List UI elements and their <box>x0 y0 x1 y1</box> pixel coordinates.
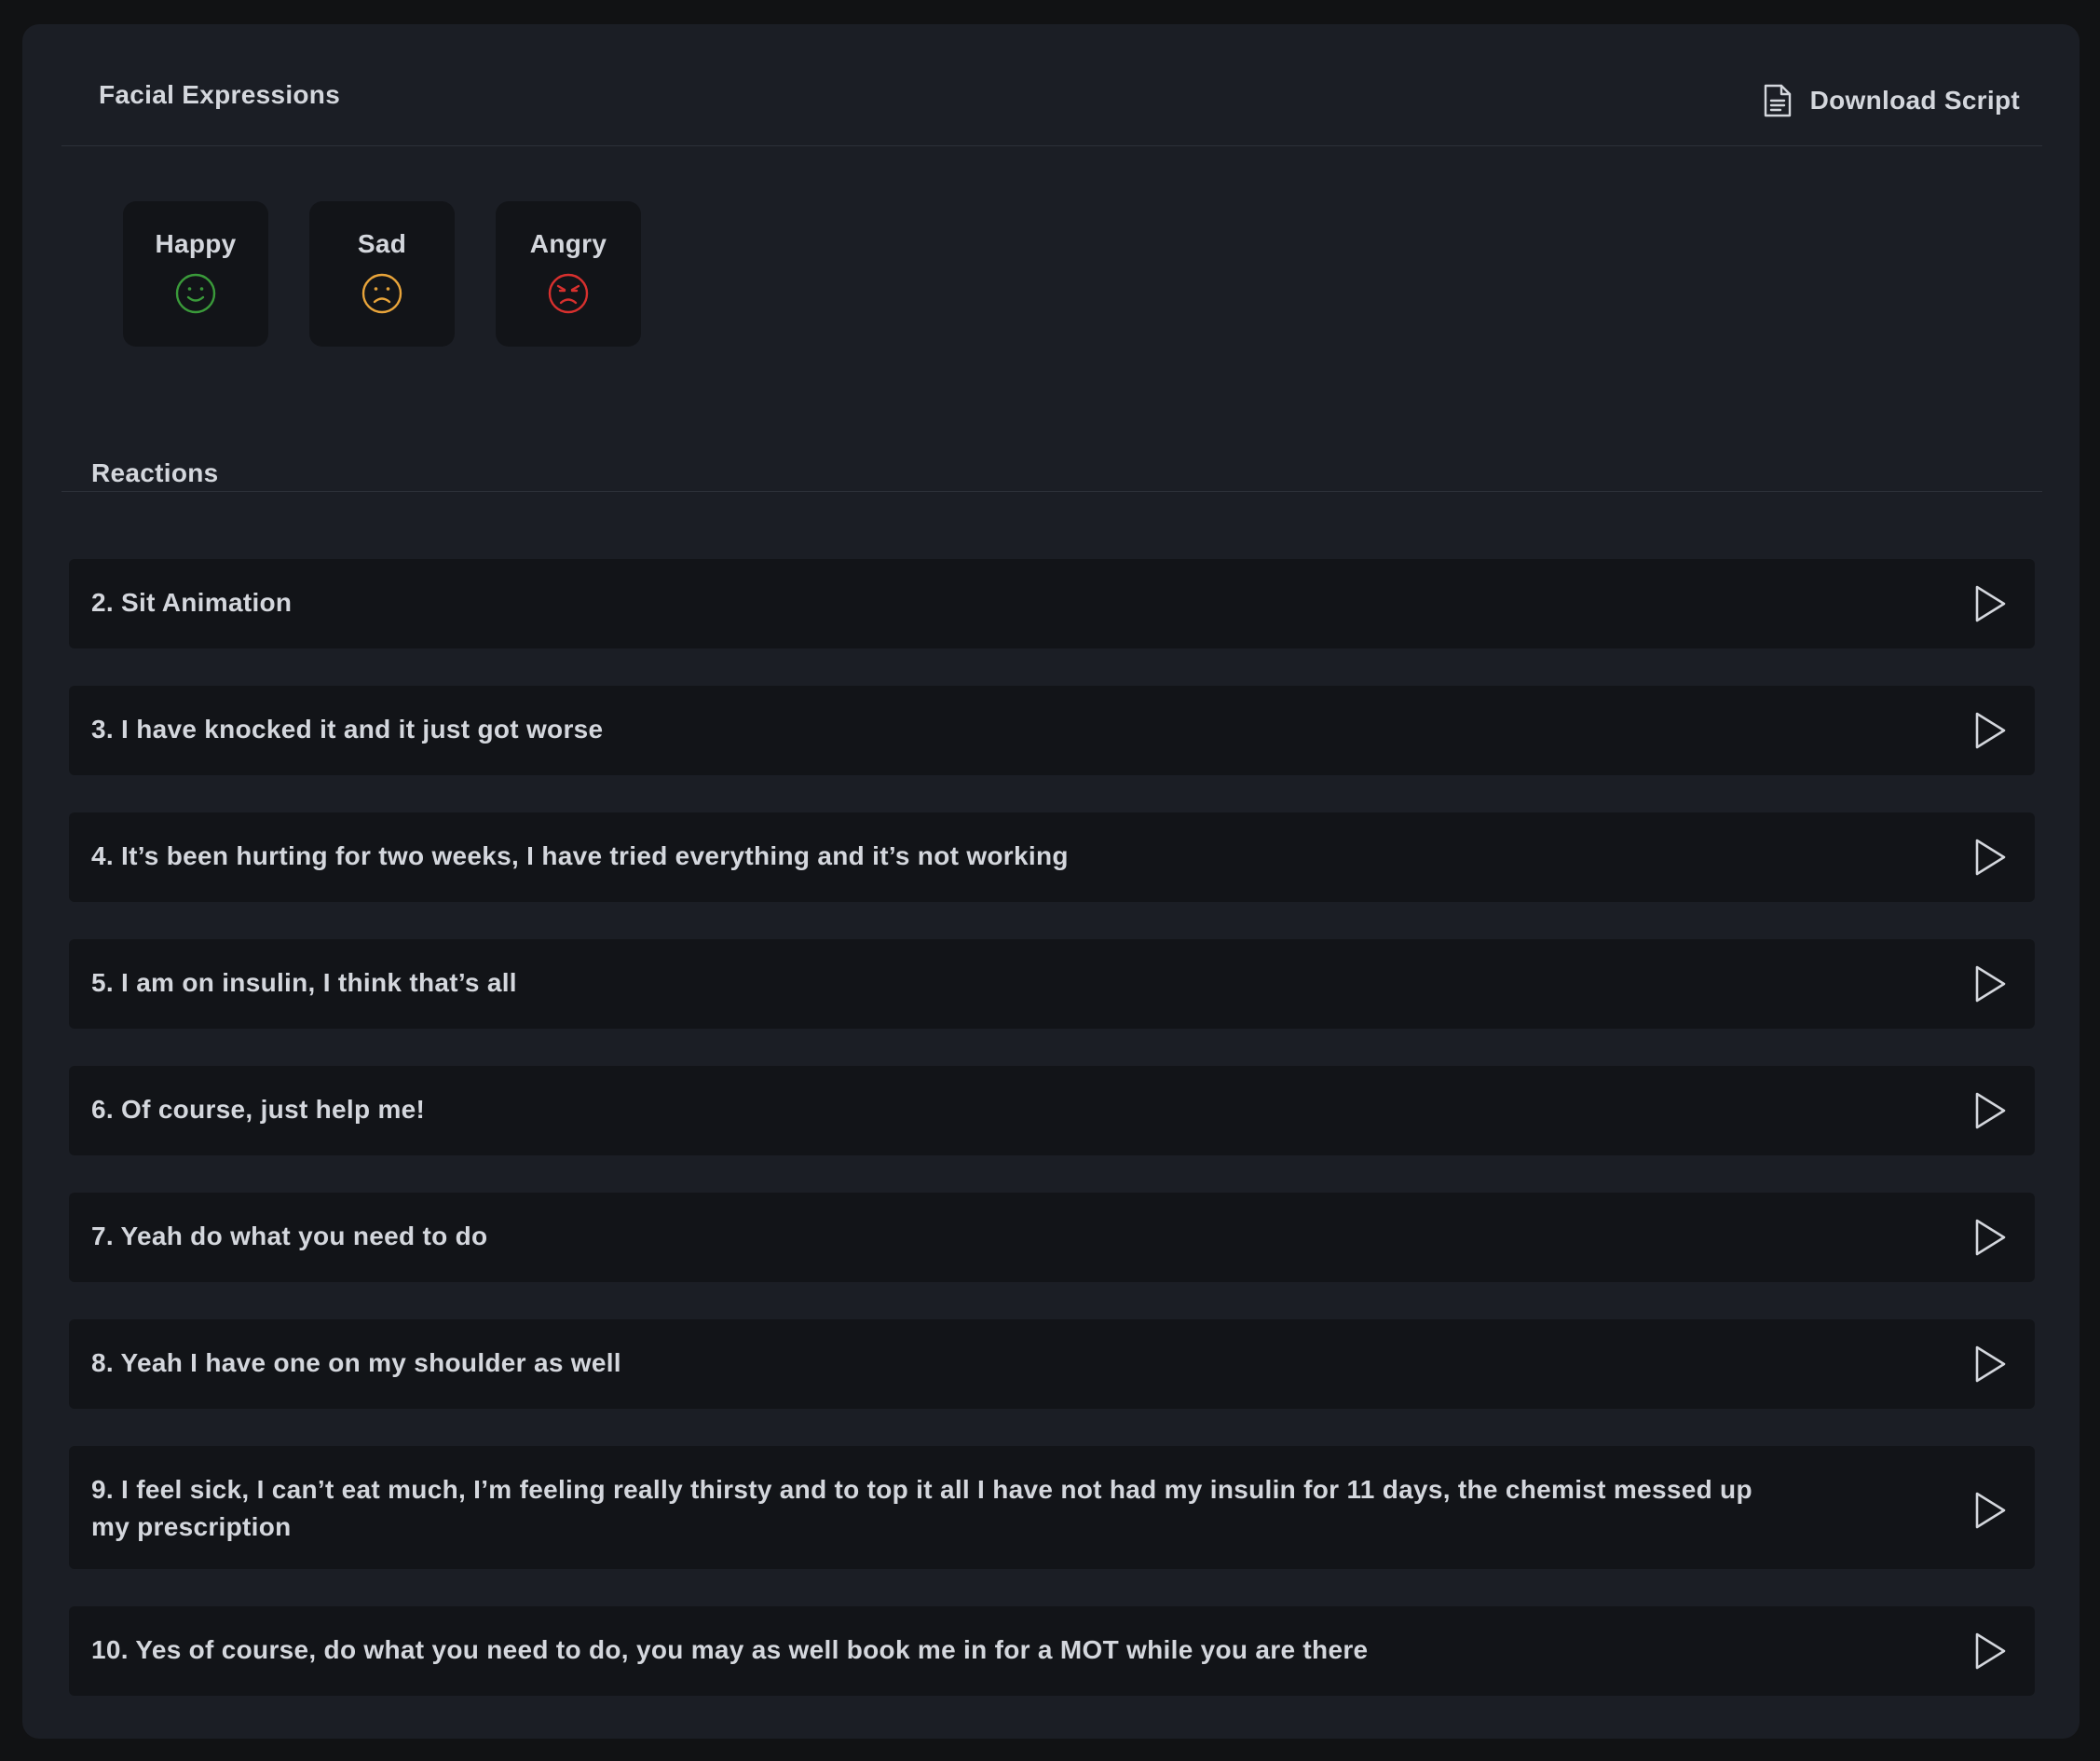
reaction-item[interactable]: 8. Yeah I have one on my shoulder as wel… <box>69 1319 2035 1409</box>
reaction-item[interactable]: 10. Yes of course, do what you need to d… <box>69 1606 2035 1696</box>
play-icon[interactable] <box>1973 1491 2007 1530</box>
play-icon[interactable] <box>1973 711 2007 750</box>
reaction-item[interactable]: 2. Sit Animation <box>69 559 2035 648</box>
expression-label: Sad <box>357 229 407 258</box>
reaction-label: 3. I have knocked it and it just got wor… <box>91 715 604 744</box>
reaction-label: 4. It’s been hurting for two weeks, I ha… <box>91 841 1069 870</box>
play-icon[interactable] <box>1973 964 2007 1003</box>
play-icon[interactable] <box>1973 1091 2007 1130</box>
reaction-item[interactable]: 9. I feel sick, I can’t eat much, I’m fe… <box>69 1446 2035 1569</box>
reaction-label: 9. I feel sick, I can’t eat much, I’m fe… <box>91 1475 1752 1541</box>
panel-header: Facial Expressions Download Script <box>61 24 2042 146</box>
reaction-item[interactable]: 4. It’s been hurting for two weeks, I ha… <box>69 812 2035 902</box>
expression-label: Angry <box>529 229 607 258</box>
play-icon[interactable] <box>1973 1631 2007 1671</box>
expression-happy-button[interactable]: Happy <box>123 201 268 347</box>
reaction-list: 2. Sit Animation 3. I have knocked it an… <box>69 559 2035 1733</box>
play-icon[interactable] <box>1973 584 2007 623</box>
reaction-item[interactable]: 3. I have knocked it and it just got wor… <box>69 686 2035 775</box>
expression-sad-button[interactable]: Sad <box>309 201 455 347</box>
reaction-label: 8. Yeah I have one on my shoulder as wel… <box>91 1348 621 1377</box>
play-icon[interactable] <box>1973 1345 2007 1384</box>
reaction-label: 7. Yeah do what you need to do <box>91 1222 488 1250</box>
document-icon <box>1764 84 1791 117</box>
download-script-label: Download Script <box>1809 86 2020 115</box>
expression-angry-button[interactable]: Angry <box>496 201 641 347</box>
reaction-label: 10. Yes of course, do what you need to d… <box>91 1635 1369 1664</box>
sad-face-icon <box>361 273 402 314</box>
reactions-header: Reactions <box>61 388 2042 492</box>
reaction-label: 5. I am on insulin, I think that’s all <box>91 968 517 997</box>
reaction-item[interactable]: 5. I am on insulin, I think that’s all <box>69 939 2035 1029</box>
angry-face-icon <box>548 273 589 314</box>
facial-expressions-panel: Facial Expressions Download Script Happy <box>22 24 2080 1739</box>
reaction-item[interactable]: 6. Of course, just help me! <box>69 1066 2035 1155</box>
play-icon[interactable] <box>1973 838 2007 877</box>
reaction-item[interactable]: 7. Yeah do what you need to do <box>69 1193 2035 1282</box>
expression-options: Happy Sad Angry <box>123 201 641 347</box>
play-icon[interactable] <box>1973 1218 2007 1257</box>
download-script-button[interactable]: Download Script <box>1762 82 2020 119</box>
reaction-label: 6. Of course, just help me! <box>91 1095 426 1124</box>
happy-face-icon <box>175 273 216 314</box>
expression-label: Happy <box>155 229 237 258</box>
reaction-label: 2. Sit Animation <box>91 588 293 617</box>
panel-title: Facial Expressions <box>99 80 341 109</box>
reactions-title: Reactions <box>91 458 219 487</box>
